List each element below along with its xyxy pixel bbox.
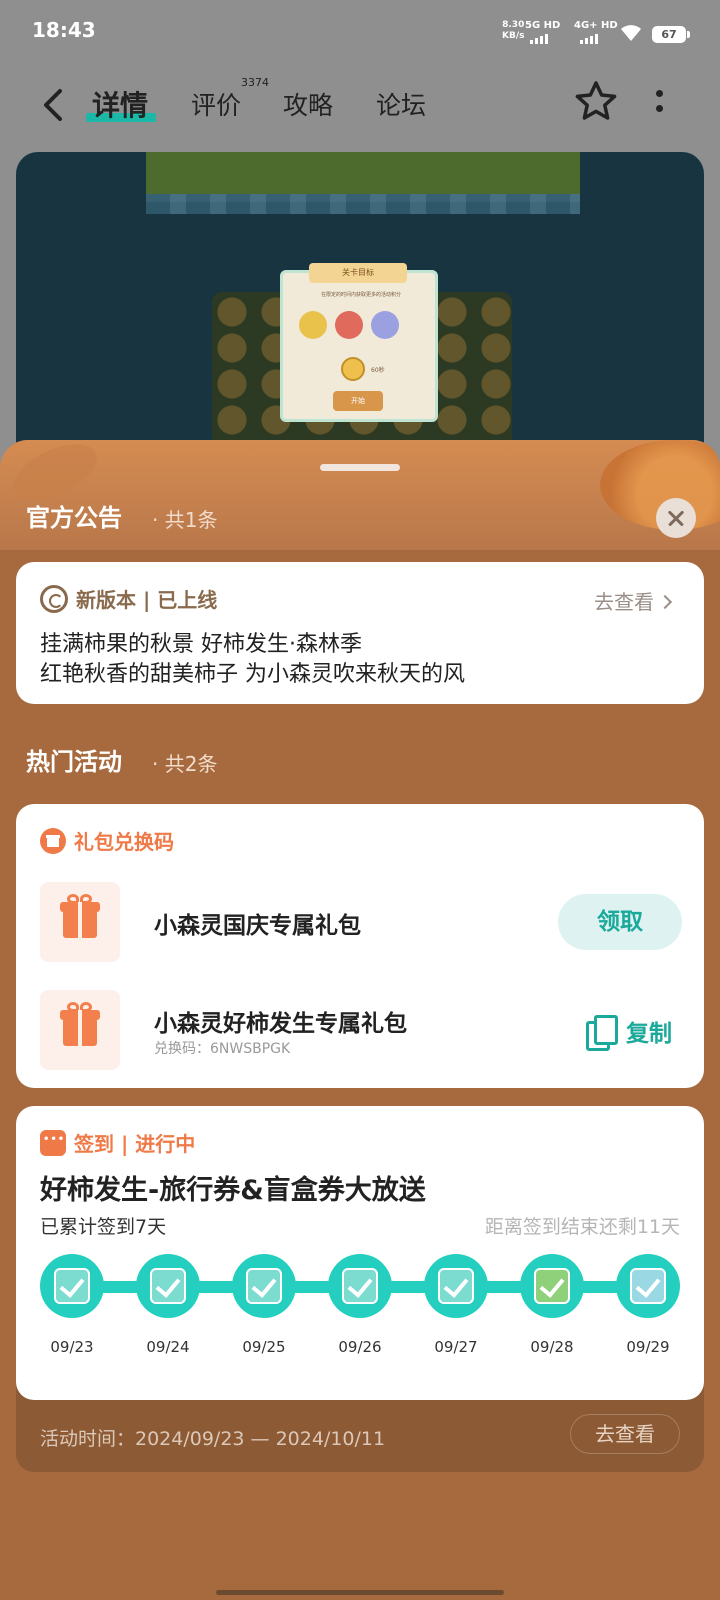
game-screenshot[interactable]: 关卡目标 在限定的时间内获取更多的活动积分 60秒 开始 xyxy=(16,152,704,452)
list-item: 小森灵好柿发生专属礼包 兑换码：6NWSBPGK 复制 xyxy=(40,990,680,1070)
copy-icon xyxy=(586,1015,618,1051)
gift-name: 小森灵好柿发生专属礼包 xyxy=(154,1011,407,1037)
more-options-icon[interactable] xyxy=(656,90,664,120)
checkmark-icon xyxy=(54,1268,90,1304)
gift-icon xyxy=(40,827,66,854)
activity-sheet: 官方公告 · 共1条 新版本 | 已上线 去查看 挂满柿果的秋景 好柿发生·森林… xyxy=(0,440,720,1600)
gift-code-card: 礼包兑换码 小森灵国庆专属礼包 领取 小森灵好柿发生专属礼包 兑换码：6NWSB… xyxy=(16,804,704,1088)
day-label: 09/26 xyxy=(338,1338,382,1356)
day-label: 09/24 xyxy=(146,1338,190,1356)
announcement-card[interactable]: 新版本 | 已上线 去查看 挂满柿果的秋景 好柿发生·森林季 红艳秋香的甜美柿子… xyxy=(16,562,704,704)
checkin-remaining: 距离签到结束还剩11天 xyxy=(484,1216,680,1238)
announcement-text: 挂满柿果的秋景 好柿发生·森林季 红艳秋香的甜美柿子 为小森灵吹来秋天的风 xyxy=(40,632,465,687)
activities-count: · 共2条 xyxy=(152,752,218,776)
checkin-day-5 xyxy=(424,1254,488,1318)
gift-code-tag: 礼包兑换码 xyxy=(40,826,174,855)
activity-period: 活动时间：2024/09/23 — 2024/10/11 xyxy=(40,1428,386,1450)
drag-handle[interactable] xyxy=(320,464,400,471)
gift-box-icon xyxy=(40,990,120,1070)
screenshot-dialog: 关卡目标 在限定的时间内获取更多的活动积分 60秒 开始 xyxy=(280,263,438,422)
checkin-day-2 xyxy=(136,1254,200,1318)
day-label: 09/27 xyxy=(434,1338,478,1356)
close-button[interactable] xyxy=(656,498,696,538)
tab-forum[interactable]: 论坛 xyxy=(376,86,426,122)
tab-reviews[interactable]: 评价 xyxy=(191,86,241,122)
checkmark-icon xyxy=(630,1268,666,1304)
checkin-day-6 xyxy=(520,1254,584,1318)
sim1-label: 5G HD xyxy=(525,20,561,31)
checkmark-icon xyxy=(342,1268,378,1304)
gift-box-icon xyxy=(40,882,120,962)
refresh-icon xyxy=(40,584,68,613)
list-item: 小森灵国庆专属礼包 领取 xyxy=(40,882,682,962)
top-nav: 详情 评价 3374 攻略 论坛 xyxy=(0,72,720,136)
signal-icon xyxy=(530,34,548,44)
gift-name: 小森灵国庆专属礼包 xyxy=(154,913,361,939)
battery-icon: 67 xyxy=(652,26,690,43)
calendar-icon xyxy=(40,1129,66,1156)
checkin-accumulated: 已累计签到7天 xyxy=(40,1216,167,1238)
checkin-view-button[interactable]: 去查看 xyxy=(570,1414,680,1454)
checkmark-icon xyxy=(534,1268,570,1304)
checkmark-icon xyxy=(246,1268,282,1304)
back-arrow-icon[interactable] xyxy=(40,88,70,122)
checkin-day-3 xyxy=(232,1254,296,1318)
signal-icon-2 xyxy=(580,34,598,44)
clock: 18:43 xyxy=(32,18,96,42)
day-label: 09/25 xyxy=(242,1338,286,1356)
sheet-decoration xyxy=(0,440,720,550)
checkin-day-7 xyxy=(616,1254,680,1318)
status-bar: 18:43 8.30 KB/s 5G HD 4G+ HD 67 xyxy=(0,0,720,64)
checkin-tag: 签到 | 进行中 xyxy=(40,1128,195,1157)
favorite-star-icon[interactable] xyxy=(574,80,618,122)
net-speed: 8.30 KB/s xyxy=(502,20,525,41)
checkmark-icon xyxy=(150,1268,186,1304)
wifi-icon xyxy=(621,25,641,41)
day-label: 09/29 xyxy=(626,1338,670,1356)
day-label: 09/23 xyxy=(50,1338,94,1356)
sim2-label: 4G+ HD xyxy=(574,20,618,31)
day-label: 09/28 xyxy=(530,1338,574,1356)
redeem-code: 兑换码：6NWSBPGK xyxy=(154,1041,291,1057)
checkmark-icon xyxy=(438,1268,474,1304)
version-tag: 新版本 | 已上线 xyxy=(40,584,217,613)
announcement-title: 官方公告 xyxy=(26,504,122,532)
tab-details[interactable]: 详情 xyxy=(92,84,148,124)
checkin-day-1 xyxy=(40,1254,104,1318)
checkin-day-4 xyxy=(328,1254,392,1318)
activities-title: 热门活动 xyxy=(26,748,122,776)
checkin-card[interactable]: 签到 | 进行中 好柿发生-旅行券&盲盒券大放送 已累计签到7天 距离签到结束还… xyxy=(16,1106,704,1400)
copy-button[interactable]: 复制 xyxy=(586,1014,672,1051)
claim-button[interactable]: 领取 xyxy=(558,894,682,950)
reviews-count: 3374 xyxy=(241,76,269,89)
chevron-right-icon xyxy=(657,594,673,610)
checkin-title: 好柿发生-旅行券&盲盒券大放送 xyxy=(40,1175,426,1206)
tab-guides[interactable]: 攻略 xyxy=(283,86,333,122)
home-indicator[interactable] xyxy=(216,1590,504,1595)
announcement-count: · 共1条 xyxy=(152,508,218,532)
announcement-view-link[interactable]: 去查看 xyxy=(594,586,673,615)
